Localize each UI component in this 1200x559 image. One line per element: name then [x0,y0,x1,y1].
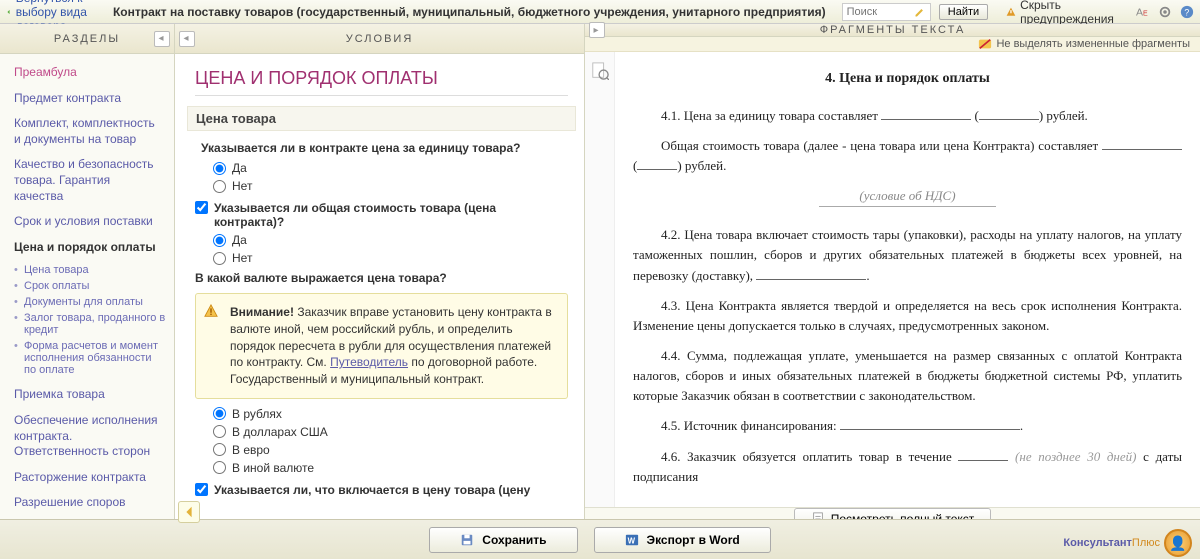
currency-radio-1[interactable] [213,425,226,438]
svg-text:E: E [1143,10,1148,17]
q2-no-radio[interactable] [213,252,226,265]
conditions-h1: ЦЕНА И ПОРЯДОК ОПЛАТЫ [195,68,568,96]
topbar: Вернуться к выбору вида договора Контрак… [0,0,1200,24]
nds-placeholder: (условие об НДС) [633,186,1182,207]
q1-no-radio[interactable] [213,180,226,193]
svg-text:A: A [1136,6,1143,18]
warning-link[interactable]: Путеводитель [330,355,408,369]
arrow-left-yellow-icon [182,505,196,519]
bottom-bar: Сохранить W Экспорт в Word КонсультантПл… [0,519,1200,559]
q2-no[interactable]: Нет [213,251,568,265]
q1-yes[interactable]: Да [213,161,568,175]
section-item-4[interactable]: Срок и условия поставки [2,209,172,235]
currency-radio-3[interactable] [213,461,226,474]
help-icon[interactable]: ? [1180,5,1194,19]
hide-warnings-button[interactable]: Скрыть предупреждения [1006,0,1118,26]
question-includes: Указывается ли, что включается в цену то… [214,483,530,497]
expand-panel-button[interactable] [178,501,200,523]
p-4-1-total: Общая стоимость товара (далее - цена тов… [633,136,1182,176]
warning-icon [204,304,218,318]
gear-icon[interactable] [1158,5,1172,19]
brand-logo: КонсультантПлюс 👤 [1063,529,1192,557]
highlight-toggle[interactable]: Не выделять измененные фрагменты [585,37,1200,52]
q1-no[interactable]: Нет [213,179,568,193]
p-4-3: 4.3. Цена Контракта является твердой и о… [633,296,1182,336]
subsection-item-2[interactable]: Документы для оплаты [2,294,172,310]
export-word-button[interactable]: W Экспорт в Word [594,527,771,553]
font-icon[interactable]: AE [1136,5,1150,19]
subsection-item-3[interactable]: Залог товара, проданного в кредит [2,310,172,338]
arrow-left-icon [6,5,12,19]
text-heading: 4. Цена и порядок оплаты [633,68,1182,90]
section-item-3[interactable]: Качество и безопасность товара. Гарантия… [2,152,172,209]
top-right-icons: AE ? [1136,5,1194,19]
save-button[interactable]: Сохранить [429,527,577,553]
search-input-wrap[interactable] [842,3,931,21]
sections-header: РАЗДЕЛЫ ◂ [0,24,174,54]
section-item-1[interactable]: Предмет контракта [2,86,172,112]
document-title: Контракт на поставку товаров (государств… [113,5,826,19]
question-unit-price: Указывается ли в контракте цена за едини… [201,141,568,155]
highlight-off-icon [978,37,992,51]
section-item-2[interactable]: Комплект, комплектность и документы на т… [2,111,172,152]
q4-row[interactable]: Указывается ли, что включается в цену то… [195,483,568,497]
conditions-body[interactable]: ЦЕНА И ПОРЯДОК ОПЛАТЫ Цена товара Указыв… [175,54,584,519]
brand-mascot-icon: 👤 [1164,529,1192,557]
currency-option-0[interactable]: В рублях [213,407,568,421]
q4-checkbox[interactable] [195,483,208,496]
collapse-sections-icon[interactable]: ◂ [154,31,170,47]
p-4-1: 4.1. Цена за единицу товара составляет (… [633,106,1182,126]
currency-radio-0[interactable] [213,407,226,420]
section-item-9[interactable]: Разрешение споров [2,490,172,516]
highlighter-icon[interactable] [914,5,926,19]
q2-row[interactable]: Указывается ли общая стоимость товара (ц… [195,201,568,229]
page-preview-icon[interactable] [591,62,609,80]
search-button[interactable]: Найти [939,4,988,20]
svg-text:W: W [627,536,635,545]
currency-option-3[interactable]: В иной валюте [213,461,568,475]
q2-yes-radio[interactable] [213,234,226,247]
warning-box: Внимание! Заказчик вправе установить цен… [195,293,568,399]
subsection-item-0[interactable]: Цена товара [2,262,172,278]
text-column: ▸ ФРАГМЕНТЫ ТЕКСТА Не выделять измененны… [585,24,1200,519]
section-item-6[interactable]: Приемка товара [2,382,172,408]
q2-checkbox[interactable] [195,201,208,214]
word-icon: W [625,533,639,547]
subsection-item-1[interactable]: Срок оплаты [2,278,172,294]
currency-option-1[interactable]: В долларах США [213,425,568,439]
search-input[interactable] [847,6,914,18]
svg-text:?: ? [1184,7,1189,17]
p-4-2: 4.2. Цена товара включает стоимость тары… [633,225,1182,285]
q1-yes-radio[interactable] [213,162,226,175]
section-item-0[interactable]: Преамбула [2,60,172,86]
text-header: ▸ ФРАГМЕНТЫ ТЕКСТА [585,24,1200,37]
question-total-cost: Указывается ли общая стоимость товара (ц… [214,201,568,229]
preview-gutter [585,52,615,507]
section-item-7[interactable]: Обеспечение исполнения контракта. Ответс… [2,408,172,465]
p-4-5: 4.5. Источник финансирования: . [633,416,1182,436]
collapse-left-icon[interactable]: ◂ [179,31,195,47]
warning-hide-icon [1006,5,1016,19]
sections-list: ПреамбулаПредмет контрактаКомплект, комп… [0,54,174,519]
currency-option-2[interactable]: В евро [213,443,568,457]
p-4-4: 4.4. Сумма, подлежащая уплате, уменьшает… [633,346,1182,406]
subsection-item-4[interactable]: Форма расчетов и момент исполнения обяза… [2,338,172,378]
sections-column: РАЗДЕЛЫ ◂ ПреамбулаПредмет контрактаКомп… [0,24,175,519]
text-body[interactable]: 4. Цена и порядок оплаты 4.1. Цена за ед… [615,52,1200,507]
conditions-header: ◂ УСЛОВИЯ [175,24,584,54]
hide-warnings-label: Скрыть предупреждения [1020,0,1118,26]
conditions-column: ◂ УСЛОВИЯ ЦЕНА И ПОРЯДОК ОПЛАТЫ Цена тов… [175,24,585,519]
collapse-text-icon[interactable]: ▸ [589,22,605,38]
warning-strong: Внимание! [230,305,294,319]
section-item-8[interactable]: Расторжение контракта [2,465,172,491]
q2-yes[interactable]: Да [213,233,568,247]
conditions-h2: Цена товара [187,106,576,131]
question-currency: В какой валюте выражается цена товара? [195,271,568,285]
currency-radio-2[interactable] [213,443,226,456]
section-item-5[interactable]: Цена и порядок оплаты [2,235,172,261]
save-icon [460,533,474,547]
p-4-6-cut: 4.6. Заказчик обязуется оплатить товар в… [633,447,1182,487]
